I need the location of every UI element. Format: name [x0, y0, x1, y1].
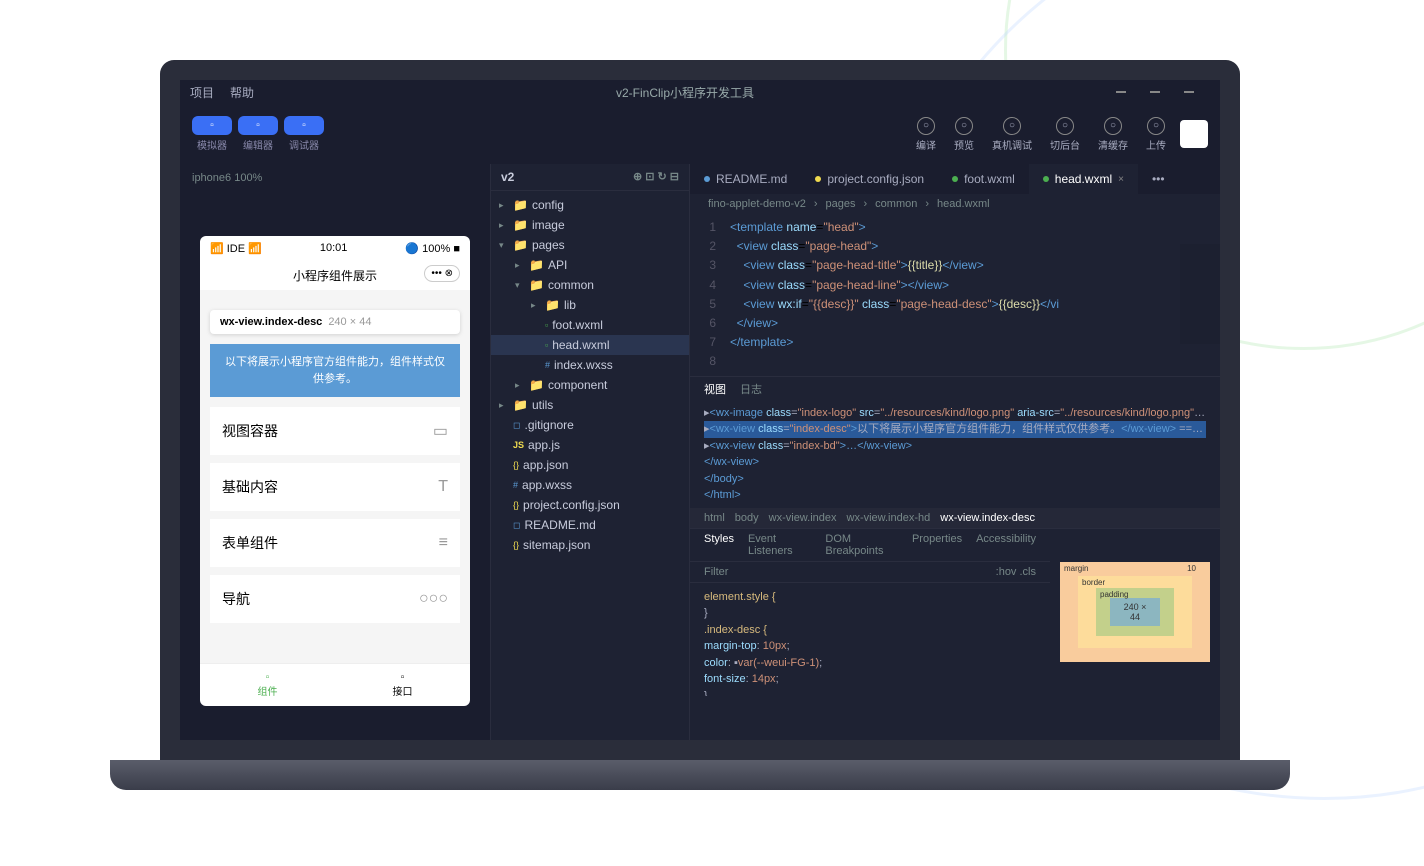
inspector-panel: 视图日志 ▸<wx-image class="index-logo" src="…: [690, 376, 1220, 696]
tree-item[interactable]: ▫foot.wxml: [491, 315, 689, 335]
style-tab[interactable]: Event Listeners: [748, 533, 811, 557]
inspector-tab[interactable]: 日志: [740, 381, 762, 397]
tree-item[interactable]: ▸📁lib: [491, 295, 689, 315]
avatar[interactable]: [1180, 120, 1208, 148]
tree-item[interactable]: ▸📁component: [491, 375, 689, 395]
toolbar: ▫模拟器▫编辑器▫调试器 ○编译○预览○真机调试○切后台○清缓存○上传: [180, 104, 1220, 164]
editor-tab[interactable]: README.md: [690, 164, 801, 194]
style-tab[interactable]: Properties: [912, 533, 962, 557]
top-action[interactable]: ○上传: [1146, 117, 1166, 152]
code-editor[interactable]: 1<template name="head">2 <view class="pa…: [690, 214, 1220, 376]
dom-tree[interactable]: ▸<wx-image class="index-logo" src="../re…: [690, 401, 1220, 508]
mode-pill[interactable]: ▫: [238, 116, 278, 135]
window-controls[interactable]: [1116, 91, 1210, 93]
mode-pill[interactable]: ▫: [284, 116, 324, 135]
tab-more[interactable]: •••: [1138, 164, 1179, 194]
highlighted-element[interactable]: 以下将展示小程序官方组件能力，组件样式仅供参考。: [210, 344, 460, 397]
tree-item[interactable]: JSapp.js: [491, 435, 689, 455]
tree-item[interactable]: #index.wxss: [491, 355, 689, 375]
breadcrumb[interactable]: fino-applet-demo-v2›pages›common›head.wx…: [690, 194, 1220, 214]
inspector-tab[interactable]: 视图: [704, 381, 726, 397]
tree-item[interactable]: {}app.json: [491, 455, 689, 475]
menubar: 项目 帮助 v2-FinClip小程序开发工具: [180, 80, 1220, 104]
file-explorer: v2 ⊕ ⊡ ↻ ⊟ ▸📁config▸📁image▾📁pages▸📁API▾📁…: [490, 164, 690, 740]
tree-item[interactable]: ▸📁API: [491, 255, 689, 275]
box-model: margin 10 border padding 240 × 44: [1050, 529, 1220, 696]
style-tab[interactable]: DOM Breakpoints: [825, 533, 898, 557]
tree-item[interactable]: #app.wxss: [491, 475, 689, 495]
tree-item[interactable]: ◻.gitignore: [491, 415, 689, 435]
dom-breadcrumb[interactable]: htmlbodywx-view.indexwx-view.index-hdwx-…: [690, 508, 1220, 528]
style-tab[interactable]: Styles: [704, 533, 734, 557]
capsule-button[interactable]: ••• ⊗: [424, 265, 460, 282]
top-action[interactable]: ○编译: [916, 117, 936, 152]
tree-item[interactable]: ▸📁utils: [491, 395, 689, 415]
editor-area: README.mdproject.config.jsonfoot.wxmlhea…: [690, 164, 1220, 740]
top-action[interactable]: ○预览: [954, 117, 974, 152]
phone-tab[interactable]: ▫组件: [200, 664, 335, 706]
style-hov[interactable]: :hov .cls: [996, 566, 1036, 578]
style-rules[interactable]: element.style {}.index-desc {</span></di…: [690, 583, 1050, 696]
mode-pill[interactable]: ▫: [192, 116, 232, 135]
editor-tab[interactable]: head.wxml×: [1029, 164, 1138, 194]
top-action[interactable]: ○切后台: [1050, 117, 1080, 152]
laptop-frame: 项目 帮助 v2-FinClip小程序开发工具 ▫模拟器▫编辑器▫调试器 ○编译…: [160, 60, 1240, 790]
menu-project[interactable]: 项目: [190, 84, 214, 101]
style-filter[interactable]: Filter: [704, 566, 728, 578]
tree-item[interactable]: ▸📁image: [491, 215, 689, 235]
list-item[interactable]: 表单组件≡: [210, 519, 460, 567]
tree-item[interactable]: ◻README.md: [491, 515, 689, 535]
window-title: v2-FinClip小程序开发工具: [270, 84, 1100, 101]
top-action[interactable]: ○真机调试: [992, 117, 1032, 152]
top-action[interactable]: ○清缓存: [1098, 117, 1128, 152]
explorer-actions[interactable]: ⊕ ⊡ ↻ ⊟: [633, 170, 679, 184]
tree-item[interactable]: {}sitemap.json: [491, 535, 689, 555]
tree-item[interactable]: ▸📁config: [491, 195, 689, 215]
app-title: 小程序组件展示 ••• ⊗: [200, 261, 470, 290]
style-tab[interactable]: Accessibility: [976, 533, 1036, 557]
simulator-panel: iphone6 100% 📶 IDE 📶 10:01 🔵 100% ■ 小程序组…: [180, 164, 490, 740]
editor-tab[interactable]: foot.wxml: [938, 164, 1029, 194]
phone-simulator[interactable]: 📶 IDE 📶 10:01 🔵 100% ■ 小程序组件展示 ••• ⊗ wx-…: [200, 236, 470, 706]
menu-help[interactable]: 帮助: [230, 84, 254, 101]
phone-tab[interactable]: ▫接口: [335, 664, 470, 706]
tree-item[interactable]: ▫head.wxml: [491, 335, 689, 355]
explorer-root[interactable]: v2: [501, 170, 514, 184]
tree-item[interactable]: {}project.config.json: [491, 495, 689, 515]
phone-statusbar: 📶 IDE 📶 10:01 🔵 100% ■: [200, 236, 470, 261]
list-item[interactable]: 导航○○○: [210, 575, 460, 623]
list-item[interactable]: 视图容器▭: [210, 407, 460, 455]
element-tooltip: wx-view.index-desc240 × 44: [210, 310, 460, 334]
tree-item[interactable]: ▾📁pages: [491, 235, 689, 255]
editor-tab[interactable]: project.config.json: [801, 164, 938, 194]
list-item[interactable]: 基础内容T: [210, 463, 460, 511]
device-label: iphone6 100%: [186, 170, 484, 186]
minimap[interactable]: [1180, 244, 1220, 344]
tree-item[interactable]: ▾📁common: [491, 275, 689, 295]
